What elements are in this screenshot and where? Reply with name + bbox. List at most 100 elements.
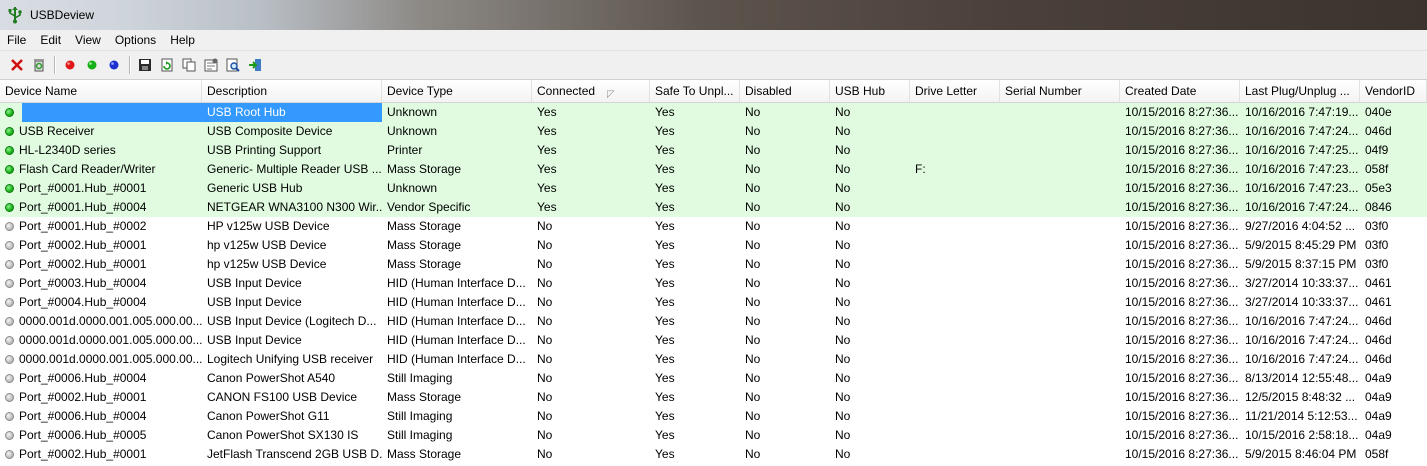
recycle-icon[interactable]: [28, 54, 50, 76]
cell-hub: No: [835, 143, 851, 157]
disconnected-status-icon: [5, 374, 14, 383]
cell-serial: [1000, 179, 1120, 198]
cell-type: Mass Storage: [387, 390, 462, 404]
uninstall-icon[interactable]: [6, 54, 28, 76]
green-dot-icon[interactable]: [81, 54, 103, 76]
cell-vendor: 046d: [1365, 124, 1392, 138]
table-row[interactable]: 0000.001d.0000.001.005.000.00... Logitech…: [0, 350, 1427, 369]
table-row[interactable]: Port_#0001.Hub_#0001 Generic USB Hub Unkno…: [0, 179, 1427, 198]
exit-icon[interactable]: [244, 54, 266, 76]
device-name-text: Port_#0004.Hub_#0004: [19, 295, 147, 309]
cell-serial: [1000, 445, 1120, 464]
table-row[interactable]: USB Receiver USB Composite Device Unknown Y…: [0, 122, 1427, 141]
device-list[interactable]: Device Name Description Device Type Connect…: [0, 80, 1427, 464]
refresh-icon[interactable]: [156, 54, 178, 76]
cell-desc: Canon PowerShot SX130 IS: [207, 428, 359, 442]
cell-connected: No: [537, 428, 553, 442]
cell-last: 10/16/2016 7:47:24...: [1245, 333, 1359, 347]
cell-desc: HP v125w USB Device: [207, 219, 330, 233]
device-name-text: HL-L2340D series: [19, 143, 116, 157]
column-header-last[interactable]: Last Plug/Unplug ...: [1240, 80, 1360, 102]
cell-connected: No: [537, 352, 553, 366]
table-row[interactable]: Port_#0002.Hub_#0001 hp v125w USB Device M…: [0, 255, 1427, 274]
column-header-hub[interactable]: USB Hub: [830, 80, 910, 102]
cell-connected: No: [537, 447, 553, 461]
cell-vendor: 03f0: [1365, 238, 1389, 252]
cell-vendor: 058f: [1365, 447, 1389, 461]
table-row[interactable]: 0000.001d.0000.001.005.000.00... USB Inpu…: [0, 312, 1427, 331]
cell-desc: USB Input Device (Logitech D...: [207, 314, 377, 328]
column-header-safe[interactable]: Safe To Unpl...: [650, 80, 740, 102]
column-header-created[interactable]: Created Date: [1120, 80, 1240, 102]
cell-vendor: 046d: [1365, 333, 1392, 347]
table-row[interactable]: Port_#0004.Hub_#0004 USB Input Device HID …: [0, 293, 1427, 312]
cell-serial: [1000, 255, 1120, 274]
cell-vendor: 04a9: [1365, 390, 1392, 404]
column-header-serial[interactable]: Serial Number: [1000, 80, 1120, 102]
copy-icon[interactable]: [178, 54, 200, 76]
table-row[interactable]: Port_#0002.Hub_#0001 JetFlash Transcend 2…: [0, 445, 1427, 464]
red-dot-icon[interactable]: [59, 54, 81, 76]
cell-hub: No: [835, 238, 851, 252]
menu-options[interactable]: Options: [108, 30, 163, 50]
table-row[interactable]: Port_#0001.Hub_#0004 NETGEAR WNA3100 N300…: [0, 198, 1427, 217]
menu-edit[interactable]: Edit: [33, 30, 68, 50]
cell-last: 10/16/2016 7:47:24...: [1245, 124, 1359, 138]
cell-hub: No: [835, 162, 851, 176]
table-row[interactable]: USB Root Hub Unknown Yes Yes No No 10/15/2016 …: [0, 103, 1427, 122]
table-row[interactable]: 0000.001d.0000.001.005.000.00... USB Inpu…: [0, 331, 1427, 350]
find-icon[interactable]: [222, 54, 244, 76]
cell-serial: [1000, 141, 1120, 160]
table-row[interactable]: Port_#0006.Hub_#0005 Canon PowerShot SX13…: [0, 426, 1427, 445]
column-header-connected[interactable]: Connected ◸: [532, 80, 650, 102]
connected-status-icon: [5, 184, 14, 193]
table-row[interactable]: Port_#0003.Hub_#0004 USB Input Device HID …: [0, 274, 1427, 293]
cell-vendor: 046d: [1365, 314, 1392, 328]
cell-device-name: Port_#0002.Hub_#0001: [0, 236, 202, 255]
cell-safe: Yes: [655, 143, 675, 157]
cell-last: 10/16/2016 7:47:23...: [1245, 162, 1359, 176]
column-header-type[interactable]: Device Type: [382, 80, 532, 102]
column-header-name[interactable]: Device Name: [0, 80, 202, 102]
menu-bar: File Edit View Options Help: [0, 30, 1427, 51]
cell-drive: [910, 179, 1000, 198]
blue-dot-icon[interactable]: [103, 54, 125, 76]
menu-file[interactable]: File: [0, 30, 33, 50]
table-row[interactable]: HL-L2340D series USB Printing Support Prin…: [0, 141, 1427, 160]
cell-device-name: Port_#0002.Hub_#0001: [0, 445, 202, 464]
table-row[interactable]: Port_#0002.Hub_#0001 CANON FS100 USB Devi…: [0, 388, 1427, 407]
cell-safe: Yes: [655, 219, 675, 233]
column-header-desc[interactable]: Description: [202, 80, 382, 102]
menu-view[interactable]: View: [68, 30, 108, 50]
cell-desc: JetFlash Transcend 2GB USB D...: [207, 447, 382, 461]
table-row[interactable]: Port_#0002.Hub_#0001 hp v125w USB Device M…: [0, 236, 1427, 255]
cell-drive: [910, 274, 1000, 293]
cell-serial: [1000, 369, 1120, 388]
cell-last: 12/5/2015 8:48:32 ...: [1245, 390, 1356, 404]
column-header-vendor[interactable]: VendorID: [1360, 80, 1427, 102]
disconnected-status-icon: [5, 260, 14, 269]
cell-connected: Yes: [537, 200, 557, 214]
cell-disabled: No: [745, 352, 761, 366]
device-name-text: Port_#0002.Hub_#0001: [19, 447, 147, 461]
device-name-text: Port_#0002.Hub_#0001: [19, 257, 147, 271]
cell-safe: Yes: [655, 409, 675, 423]
table-row[interactable]: Port_#0001.Hub_#0002 HP v125w USB Device M…: [0, 217, 1427, 236]
column-header-drive[interactable]: Drive Letter: [910, 80, 1000, 102]
cell-disabled: No: [745, 295, 761, 309]
column-header-disabled[interactable]: Disabled: [740, 80, 830, 102]
cell-desc: hp v125w USB Device: [207, 257, 327, 271]
cell-type: HID (Human Interface D...: [387, 276, 526, 290]
table-row[interactable]: Port_#0006.Hub_#0004 Canon PowerShot A540…: [0, 369, 1427, 388]
cell-last: 5/9/2015 8:45:29 PM: [1245, 238, 1357, 252]
properties-icon[interactable]: [200, 54, 222, 76]
cell-created: 10/15/2016 8:27:36...: [1125, 219, 1239, 233]
cell-type: Printer: [387, 143, 423, 157]
disconnected-status-icon: [5, 450, 14, 459]
menu-help[interactable]: Help: [163, 30, 202, 50]
table-row[interactable]: Port_#0006.Hub_#0004 Canon PowerShot G11 S…: [0, 407, 1427, 426]
table-row[interactable]: Flash Card Reader/Writer Generic- Multipl…: [0, 160, 1427, 179]
cell-connected: Yes: [537, 181, 557, 195]
save-icon[interactable]: [134, 54, 156, 76]
cell-device-name: Port_#0006.Hub_#0004: [0, 369, 202, 388]
